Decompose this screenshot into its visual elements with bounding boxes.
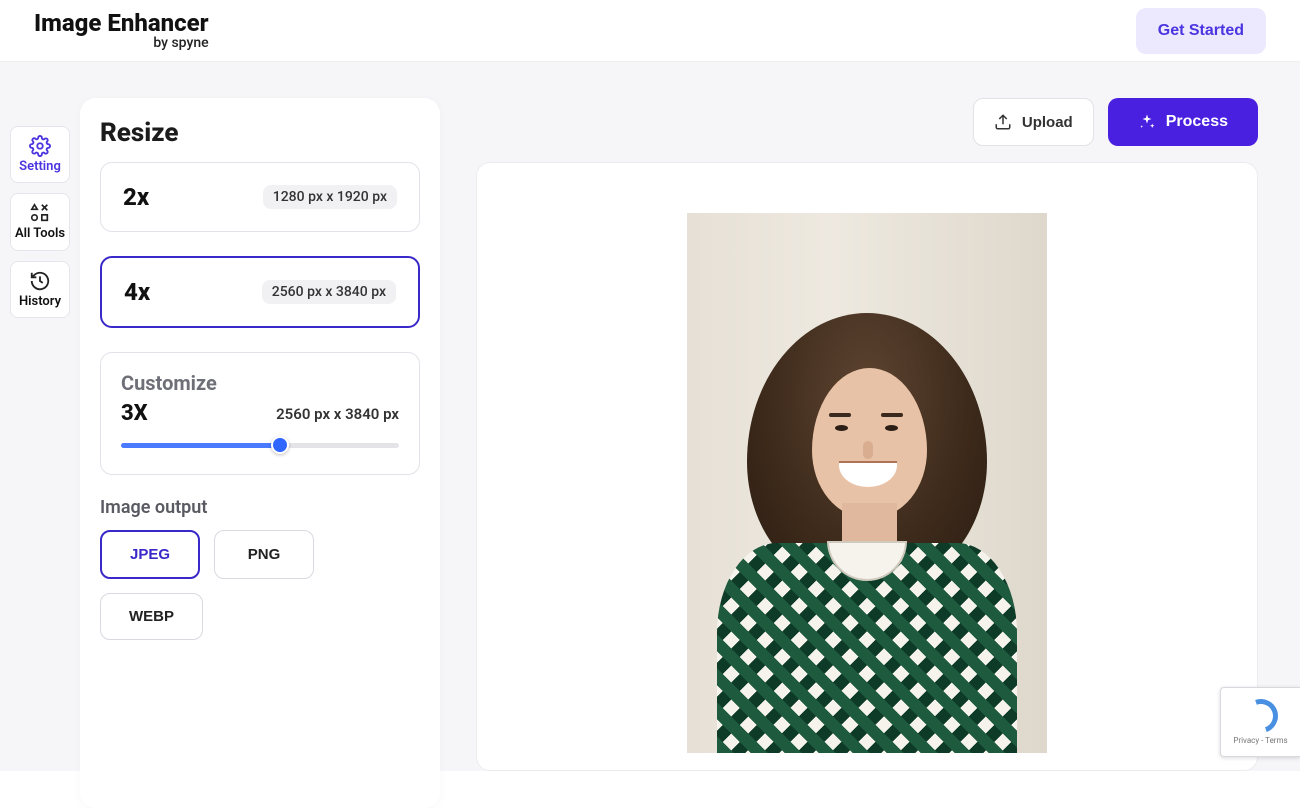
image-preview-area — [476, 162, 1258, 771]
panel-title: Resize — [100, 118, 420, 148]
sidebar: Setting All Tools History — [10, 126, 70, 318]
resize-dimensions-label: 2560 px x 3840 px — [262, 280, 396, 304]
sidebar-item-label: All Tools — [15, 227, 65, 241]
sidebar-item-history[interactable]: History — [10, 261, 70, 318]
resize-option-4x[interactable]: 4x 2560 px x 3840 px — [100, 256, 420, 328]
gear-icon — [29, 135, 51, 157]
history-icon — [29, 270, 51, 292]
sidebar-item-all-tools[interactable]: All Tools — [10, 193, 70, 250]
settings-panel: Resize 2x 1280 px x 1920 px 4x 2560 px x… — [80, 98, 440, 808]
customize-title: Customize — [121, 371, 399, 395]
upload-label: Upload — [1022, 114, 1073, 131]
recaptcha-text: Privacy - Terms — [1233, 736, 1287, 745]
sidebar-item-setting[interactable]: Setting — [10, 126, 70, 183]
preview-image — [687, 213, 1047, 753]
upload-icon — [994, 113, 1012, 131]
slider-fill — [121, 443, 277, 448]
resize-dimensions-label: 1280 px x 1920 px — [263, 185, 397, 209]
output-format-png[interactable]: PNG — [214, 530, 314, 579]
recaptcha-icon — [1244, 699, 1278, 733]
process-button[interactable]: Process — [1108, 98, 1258, 146]
customize-slider[interactable] — [121, 438, 399, 452]
logo-title: Image Enhancer — [34, 10, 209, 36]
upload-button[interactable]: Upload — [973, 98, 1094, 146]
sidebar-item-label: History — [19, 295, 61, 309]
output-format-row: JPEG PNG — [100, 530, 420, 579]
recaptcha-badge[interactable]: Privacy - Terms — [1220, 687, 1300, 757]
resize-option-2x[interactable]: 2x 1280 px x 1920 px — [100, 162, 420, 232]
top-actions: Upload Process — [973, 98, 1258, 146]
output-format-jpeg[interactable]: JPEG — [100, 530, 200, 579]
body-area: Setting All Tools History Resize 2x 1280… — [0, 62, 1300, 771]
logo-subtitle: by spyne — [153, 35, 208, 51]
shapes-icon — [29, 202, 51, 224]
get-started-button[interactable]: Get Started — [1136, 8, 1266, 54]
resize-multiplier-label: 2x — [123, 183, 149, 211]
sidebar-item-label: Setting — [19, 160, 61, 174]
customize-card: Customize 3X 2560 px x 3840 px — [100, 352, 420, 475]
sparkle-icon — [1138, 113, 1156, 131]
logo: Image Enhancer by spyne — [34, 10, 209, 50]
output-format-webp[interactable]: WEBP — [100, 593, 203, 640]
customize-dimensions-label: 2560 px x 3840 px — [276, 405, 399, 423]
app-header: Image Enhancer by spyne Get Started — [0, 0, 1300, 62]
customize-multiplier-label: 3X — [121, 401, 148, 426]
resize-multiplier-label: 4x — [124, 278, 150, 306]
slider-thumb[interactable] — [271, 436, 289, 454]
process-label: Process — [1166, 113, 1228, 131]
image-output-title: Image output — [100, 497, 420, 518]
output-format-row-2: WEBP — [100, 593, 420, 640]
